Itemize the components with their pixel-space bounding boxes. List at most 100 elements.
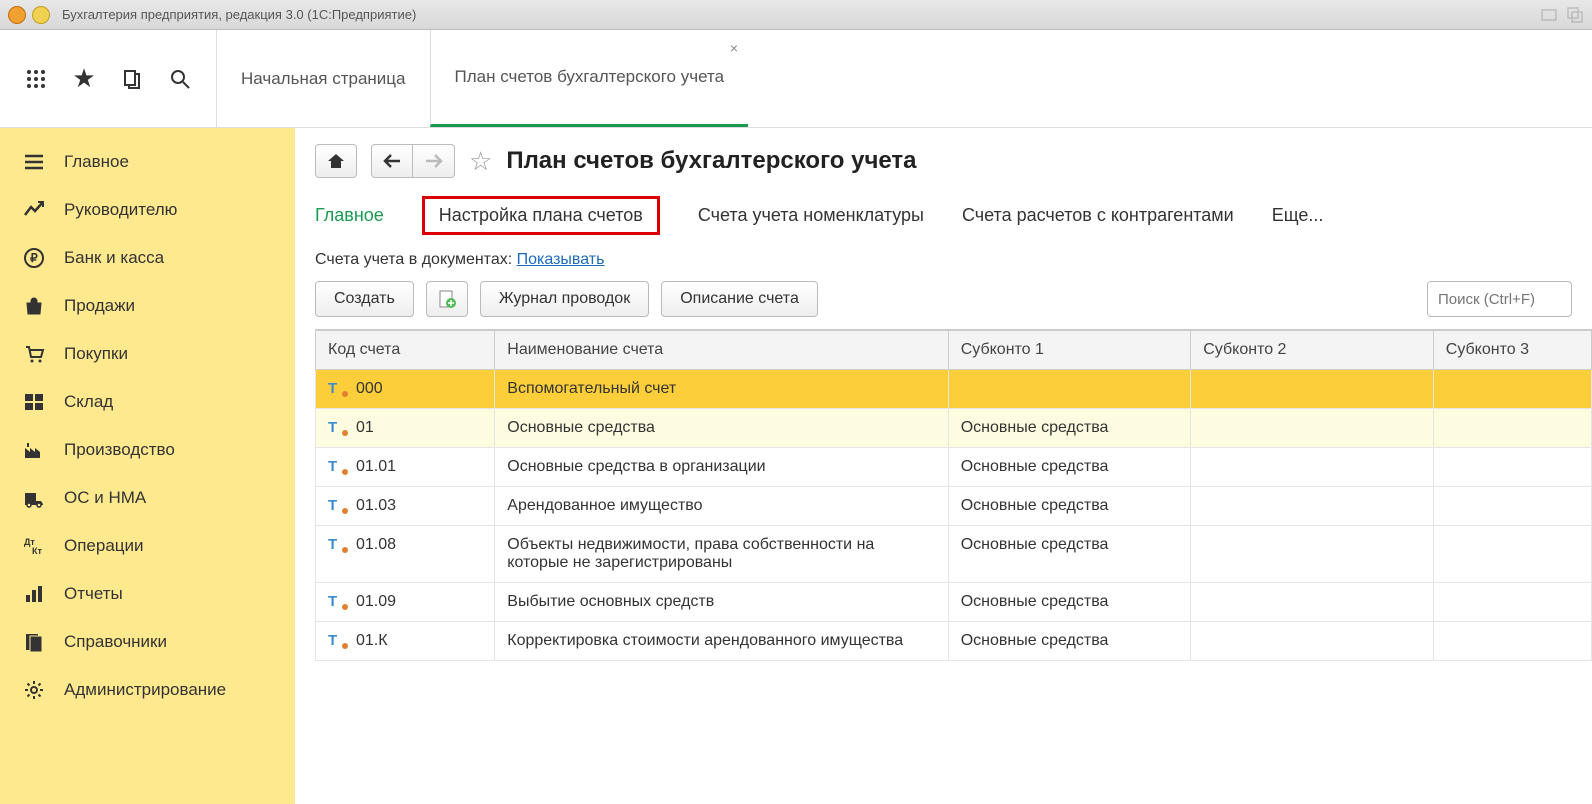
description-button[interactable]: Описание счета xyxy=(661,281,818,317)
search-input[interactable] xyxy=(1427,281,1572,317)
cell-sub1: Основные средства xyxy=(948,487,1191,526)
cell-code: 01.01 xyxy=(356,458,396,476)
sidebar-item-label: Производство xyxy=(64,440,175,460)
cell-sub1: Основные средства xyxy=(948,583,1191,622)
cell-name: Основные средства в организации xyxy=(495,448,948,487)
col-code[interactable]: Код счета xyxy=(316,331,495,370)
create-button[interactable]: Создать xyxy=(315,281,414,317)
col-sub3[interactable]: Субконто 3 xyxy=(1433,331,1591,370)
tiles-icon xyxy=(22,390,46,414)
cell-sub1: Основные средства xyxy=(948,622,1191,661)
sidebar-item-gear[interactable]: Администрирование xyxy=(0,666,295,714)
sidebar-item-factory[interactable]: Производство xyxy=(0,426,295,474)
cell-sub2 xyxy=(1191,409,1434,448)
content-area: ☆ План счетов бухгалтерского учета Главн… xyxy=(295,128,1592,804)
factory-icon xyxy=(22,438,46,462)
table-row[interactable]: Т000Вспомогательный счет xyxy=(316,370,1592,409)
cell-sub2 xyxy=(1191,487,1434,526)
cell-sub1 xyxy=(948,370,1191,409)
cell-sub2 xyxy=(1191,526,1434,583)
sidebar-item-label: Продажи xyxy=(64,296,135,316)
ops-icon: ДтКт xyxy=(22,534,46,558)
home-button[interactable] xyxy=(315,144,357,178)
ruble-icon: ₽ xyxy=(22,246,46,270)
subtab-more[interactable]: Еще... xyxy=(1272,205,1324,226)
col-name[interactable]: Наименование счета xyxy=(495,331,948,370)
close-icon[interactable]: × xyxy=(730,40,738,56)
table-row[interactable]: Т01.ККорректировка стоимости арендованно… xyxy=(316,622,1592,661)
sidebar-item-label: Главное xyxy=(64,152,129,172)
cell-code: 01 xyxy=(356,419,374,437)
tab-label: Начальная страница xyxy=(241,69,406,89)
books-icon xyxy=(22,630,46,654)
cell-name: Основные средства xyxy=(495,409,948,448)
sidebar-item-label: Справочники xyxy=(64,632,167,652)
sidebar-item-menu[interactable]: Главное xyxy=(0,138,295,186)
subtab-nomenclature-accounts[interactable]: Счета учета номенклатуры xyxy=(698,205,924,226)
cell-sub3 xyxy=(1433,448,1591,487)
tab-chart-of-accounts[interactable]: План счетов бухгалтерского учета × xyxy=(430,30,749,127)
search-icon[interactable] xyxy=(168,67,192,91)
favorite-icon[interactable]: ☆ xyxy=(469,146,492,177)
tab-label: План счетов бухгалтерского учета xyxy=(455,67,725,87)
col-sub2[interactable]: Субконто 2 xyxy=(1191,331,1434,370)
page-title: План счетов бухгалтерского учета xyxy=(506,147,916,175)
cell-name: Объекты недвижимости, права собственност… xyxy=(495,526,948,583)
sidebar-item-cart[interactable]: Покупки xyxy=(0,330,295,378)
table-row[interactable]: Т01.03Арендованное имуществоОсновные сре… xyxy=(316,487,1592,526)
table-row[interactable]: Т01.09Выбытие основных средствОсновные с… xyxy=(316,583,1592,622)
bag-icon xyxy=(22,294,46,318)
table-row[interactable]: Т01.01Основные средства в организацииОсн… xyxy=(316,448,1592,487)
sidebar-item-bars[interactable]: Отчеты xyxy=(0,570,295,618)
sidebar-item-tiles[interactable]: Склад xyxy=(0,378,295,426)
cart-icon xyxy=(22,342,46,366)
cell-sub3 xyxy=(1433,370,1591,409)
sidebar-item-ruble[interactable]: ₽ Банк и касса xyxy=(0,234,295,282)
truck-icon xyxy=(22,486,46,510)
sidebar-item-label: Банк и касса xyxy=(64,248,164,268)
sys-icon-2[interactable] xyxy=(1566,6,1584,24)
back-button[interactable] xyxy=(371,144,413,178)
cell-code: 01.К xyxy=(356,632,388,650)
account-type-icon: Т xyxy=(328,536,346,553)
sidebar-item-label: Покупки xyxy=(64,344,128,364)
cell-name: Арендованное имущество xyxy=(495,487,948,526)
add-icon-button[interactable] xyxy=(426,281,468,317)
account-type-icon: Т xyxy=(328,497,346,514)
window-button-2[interactable] xyxy=(32,6,50,24)
window-titlebar: Бухгалтерия предприятия, редакция 3.0 (1… xyxy=(0,0,1592,30)
sidebar-item-books[interactable]: Справочники xyxy=(0,618,295,666)
journal-button[interactable]: Журнал проводок xyxy=(480,281,649,317)
sidebar-item-label: ОС и НМА xyxy=(64,488,146,508)
star-icon[interactable]: ★ xyxy=(72,67,96,91)
sidebar-item-trend[interactable]: Руководителю xyxy=(0,186,295,234)
forward-button[interactable] xyxy=(413,144,455,178)
svg-text:₽: ₽ xyxy=(30,251,38,265)
cell-name: Вспомогательный счет xyxy=(495,370,948,409)
apps-icon[interactable] xyxy=(24,67,48,91)
subtab-plan-settings[interactable]: Настройка плана счетов xyxy=(422,196,660,235)
cell-name: Выбытие основных средств xyxy=(495,583,948,622)
tab-start-page[interactable]: Начальная страница xyxy=(216,30,430,127)
table-row[interactable]: Т01.08Объекты недвижимости, права собств… xyxy=(316,526,1592,583)
sidebar-item-bag[interactable]: Продажи xyxy=(0,282,295,330)
sidebar-item-truck[interactable]: ОС и НМА xyxy=(0,474,295,522)
grid-header-row: Код счета Наименование счета Субконто 1 … xyxy=(316,331,1592,370)
menu-icon xyxy=(22,150,46,174)
history-icon[interactable] xyxy=(120,67,144,91)
subtab-contractor-accounts[interactable]: Счета расчетов с контрагентами xyxy=(962,205,1234,226)
bars-icon xyxy=(22,582,46,606)
table-row[interactable]: Т01Основные средстваОсновные средства xyxy=(316,409,1592,448)
svg-text:Кт: Кт xyxy=(32,546,42,556)
sidebar-item-label: Администрирование xyxy=(64,680,226,700)
subtab-main[interactable]: Главное xyxy=(315,205,384,226)
sidebar: Главное Руководителю ₽ Банк и касса Продажи П… xyxy=(0,128,295,804)
topbar: ★ Начальная страница План счетов бухгалт… xyxy=(0,30,1592,128)
cell-sub3 xyxy=(1433,622,1591,661)
window-button-1[interactable] xyxy=(8,6,26,24)
sidebar-item-ops[interactable]: ДтКтОперации xyxy=(0,522,295,570)
col-sub1[interactable]: Субконто 1 xyxy=(948,331,1191,370)
info-link[interactable]: Показывать xyxy=(517,251,605,268)
sys-icon-1[interactable] xyxy=(1540,6,1558,24)
window-title: Бухгалтерия предприятия, редакция 3.0 (1… xyxy=(62,7,416,22)
